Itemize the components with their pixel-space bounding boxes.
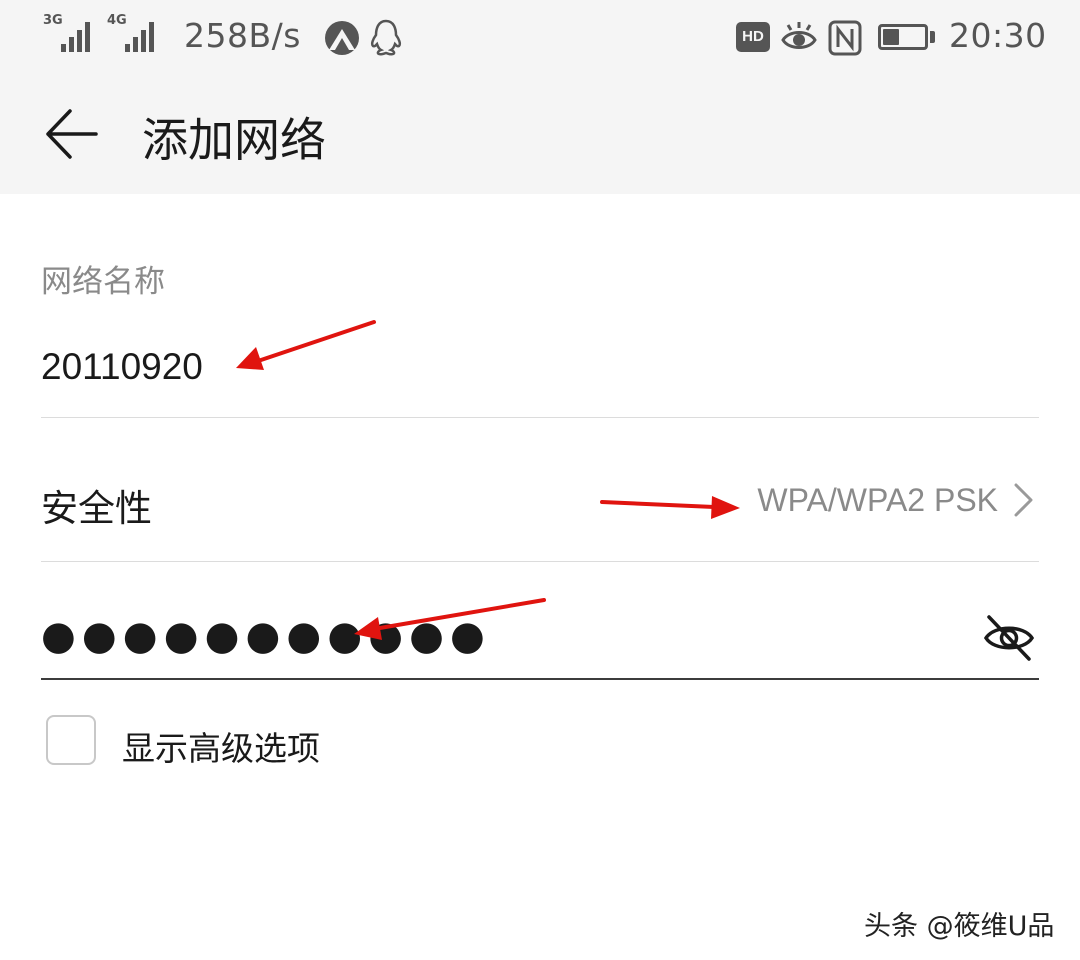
- clock: 20:30: [949, 16, 1047, 55]
- security-label: 安全性: [41, 487, 152, 530]
- page-title: 添加网络: [142, 113, 326, 167]
- divider: [41, 561, 1039, 562]
- network-name-label: 网络名称: [41, 264, 165, 300]
- battery-icon: [878, 24, 928, 50]
- security-row[interactable]: 安全性 WPA/WPA2 PSK: [0, 420, 1080, 560]
- app-notification-icon: [325, 21, 359, 55]
- chevron-right-icon: [1014, 483, 1033, 517]
- password-underline: [41, 678, 1039, 680]
- hide-password-icon[interactable]: [982, 614, 1036, 662]
- signal-4g-label: 4G: [107, 13, 127, 28]
- network-speed: 258B/s: [184, 16, 301, 55]
- battery-tip: [930, 31, 935, 43]
- advanced-options-checkbox[interactable]: [46, 715, 96, 765]
- watermark: 头条 @筱维U品: [864, 911, 1055, 942]
- divider: [41, 417, 1039, 418]
- hd-icon: HD: [736, 22, 770, 52]
- annotation-arrow: [600, 496, 740, 519]
- security-value: WPA/WPA2 PSK: [757, 482, 998, 518]
- advanced-options-label[interactable]: 显示高级选项: [122, 722, 320, 770]
- qq-icon: [370, 19, 402, 56]
- back-arrow-icon[interactable]: [44, 106, 100, 162]
- signal-3g-label: 3G: [43, 13, 63, 28]
- network-name-input[interactable]: 20110920: [41, 346, 203, 388]
- eye-comfort-icon: [781, 22, 817, 49]
- annotation-arrow: [354, 598, 546, 640]
- annotation-arrow: [236, 320, 376, 370]
- nfc-icon: [828, 20, 862, 56]
- status-bar: 3G 4G 258B/s HD 20:30: [0, 0, 1080, 78]
